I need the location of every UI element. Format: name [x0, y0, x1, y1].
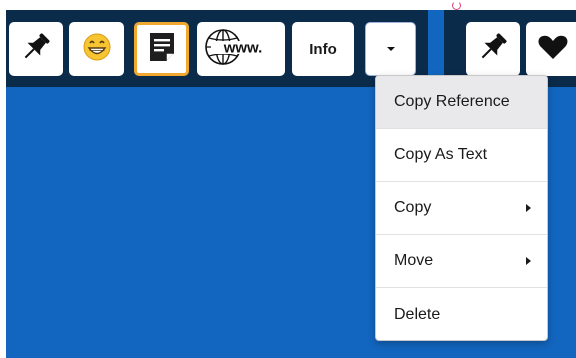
- note-icon: [147, 31, 177, 68]
- pushpin-icon: [476, 30, 510, 69]
- heart-button[interactable]: [526, 22, 576, 76]
- pushpin-icon: [19, 30, 53, 69]
- menu-item-copy[interactable]: Copy: [376, 182, 547, 235]
- menu-item-copy-as-text[interactable]: Copy As Text: [376, 129, 547, 182]
- info-button-label: Info: [309, 40, 337, 58]
- svg-text:www.: www.: [223, 39, 263, 56]
- emoji-button[interactable]: [69, 22, 124, 76]
- pin-button-2[interactable]: [466, 22, 520, 76]
- grinning-face-icon: [82, 32, 112, 67]
- pin-button[interactable]: [9, 22, 63, 76]
- submenu-arrow-icon: [526, 257, 531, 265]
- menu-item-label: Delete: [394, 305, 441, 323]
- caret-down-icon: [385, 40, 397, 58]
- top-strip: [0, 0, 576, 10]
- menu-item-label: Copy Reference: [394, 93, 510, 110]
- more-dropdown-button[interactable]: [365, 22, 416, 76]
- menu-item-label: Copy: [394, 199, 432, 216]
- menu-item-copy-reference[interactable]: Copy Reference: [376, 76, 547, 129]
- info-button[interactable]: Info: [292, 22, 354, 76]
- note-button[interactable]: [134, 22, 189, 76]
- menu-item-label: Copy As Text: [394, 146, 488, 163]
- menu-item-label: Move: [394, 252, 434, 269]
- menu-item-move[interactable]: Move: [376, 235, 547, 288]
- heart-icon: [537, 33, 569, 66]
- context-menu: Copy Reference Copy As Text Copy Move De…: [375, 75, 548, 341]
- partial-icon: [452, 1, 461, 10]
- globe-www-icon: www.: [201, 27, 281, 72]
- web-link-button[interactable]: www.: [197, 22, 285, 76]
- menu-item-delete[interactable]: Delete: [376, 288, 547, 340]
- submenu-arrow-icon: [526, 204, 531, 212]
